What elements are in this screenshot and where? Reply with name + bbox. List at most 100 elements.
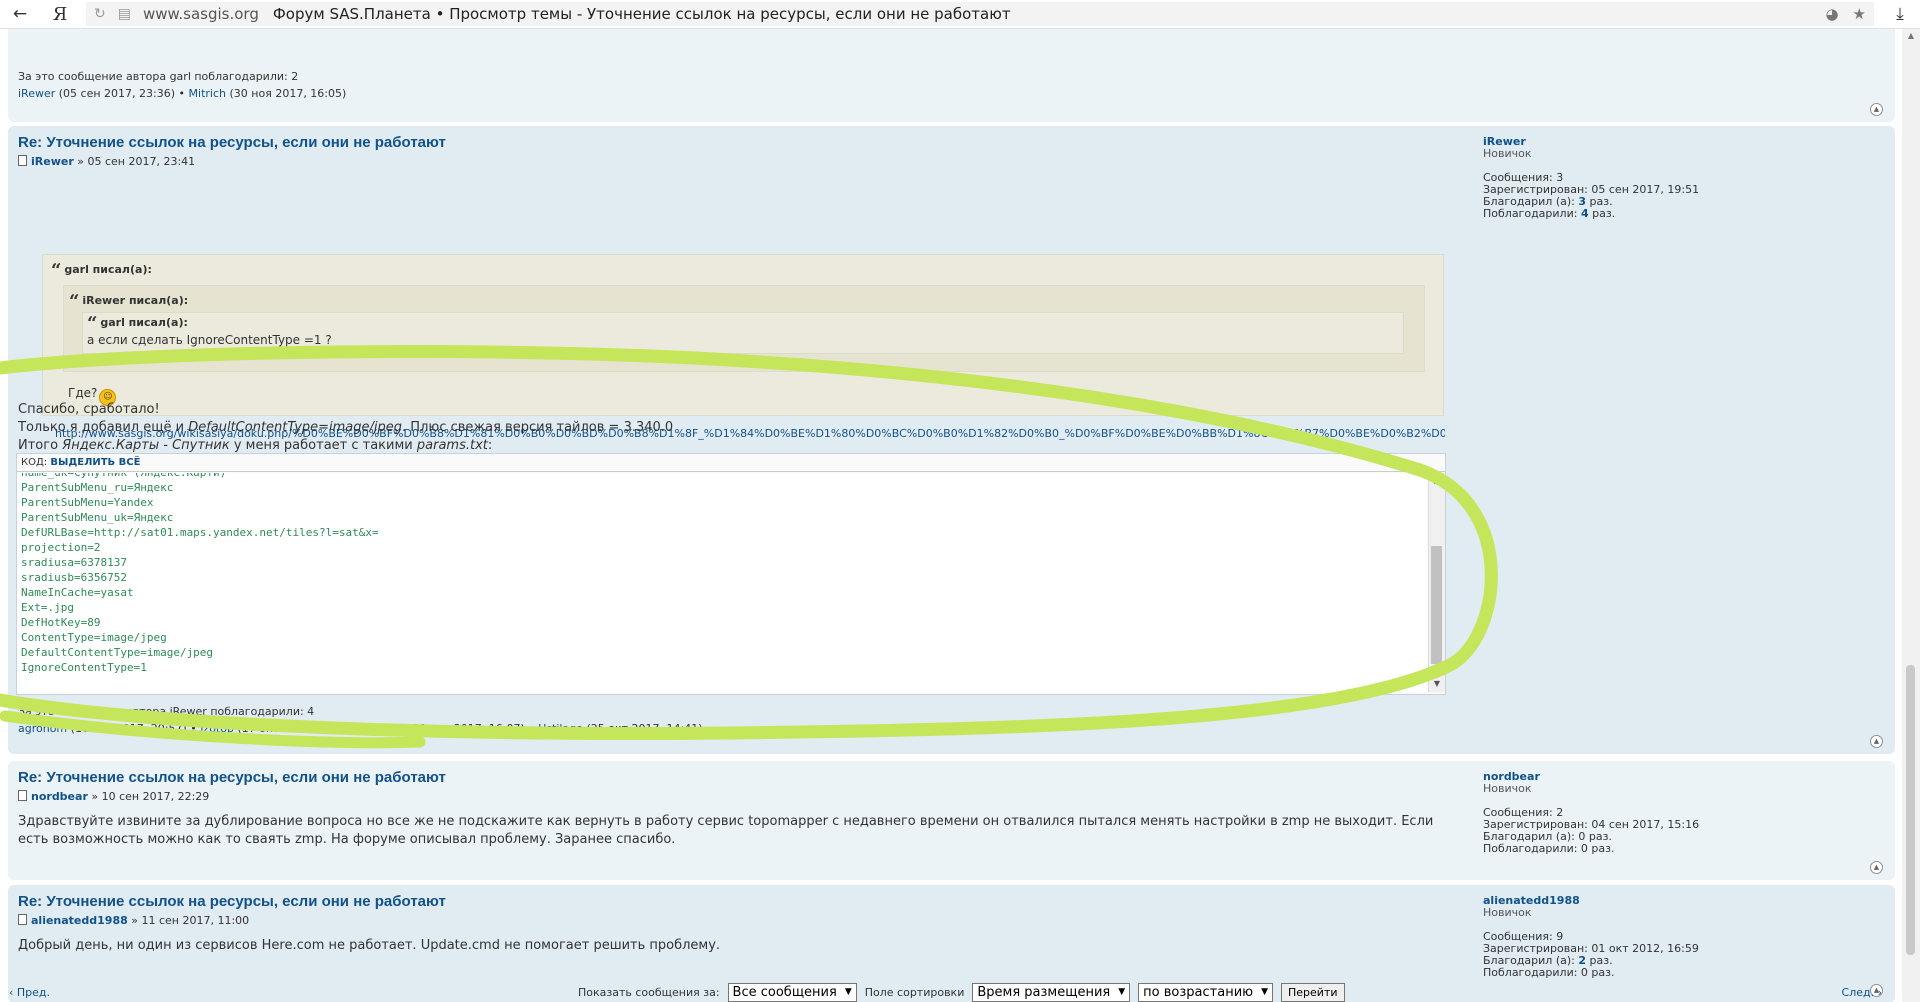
download-icon[interactable]: ⤓ [1880, 0, 1920, 28]
forum-page: За это сообщение автора garl поблагодари… [0, 29, 1902, 1002]
post-date: » 11 сен 2017, 11:00 [131, 914, 250, 927]
post-content: Спасибо, сработало! Только я добавил ещё… [18, 401, 673, 455]
thanks-list: agronom (16 окт 2017, 20:57) • Izotop (1… [18, 722, 703, 735]
page-title: Форум SAS.Планета • Просмотр темы - Уточ… [272, 5, 1011, 23]
yandex-logo-icon[interactable]: Я [40, 0, 80, 28]
code-scrollbar[interactable]: ▲ ▼ [1428, 473, 1445, 692]
code-text: name_uk=Супутник (Яндекс.Карти) ParentSu… [21, 473, 379, 674]
back-to-top-icon[interactable]: ▲ [1870, 103, 1883, 116]
window-scrollbar-thumb[interactable] [1906, 665, 1915, 955]
quote-mark-icon: “ [87, 313, 98, 334]
post-body: Re: Уточнение ссылок на ресурсы, если он… [18, 134, 1443, 178]
quote-cite: garl писал(а): [64, 263, 152, 276]
sort-field-label: Поле сортировки [864, 986, 965, 999]
post-content: Добрый день, ни один из сервисов Here.co… [18, 938, 721, 953]
next-page-link[interactable]: След. › [1842, 986, 1882, 999]
thanks-date: (05 сен 2017, 23:36) [58, 87, 176, 100]
thanks-user-link[interactable]: iRewer [18, 87, 55, 100]
quote-middle: “iRewer писал(а): “garl писал(а): а если… [63, 285, 1425, 406]
post-author-link[interactable]: iRewer [31, 155, 74, 168]
show-posts-select[interactable]: Все сообщения ▼ [727, 983, 857, 1002]
thanks-date: (16 окт 2017, 20:57) [70, 722, 187, 735]
post-icon[interactable] [18, 790, 27, 801]
post-author-line: nordbear » 10 сен 2017, 22:29 [18, 790, 1443, 803]
profile-got-thanked: Поблагодарили: 0 раз. [1483, 966, 1615, 979]
profile-rank: Новичок [1483, 782, 1532, 795]
author-profile: nordbear Новичок Сообщения: 2 Зарегистри… [1483, 771, 1783, 855]
previous-post-tail: За это сообщение автора garl поблагодари… [8, 29, 1895, 122]
scroll-up-arrow-icon[interactable]: ▲ [1902, 31, 1920, 40]
post-thanks: За это сообщение автора iRewer поблагода… [18, 703, 702, 737]
quote-cite: iRewer писал(а): [82, 294, 189, 307]
post-icon[interactable] [18, 914, 27, 925]
post-date: » 10 сен 2017, 22:29 [91, 790, 210, 803]
go-button[interactable]: Перейти [1281, 983, 1345, 1002]
chevron-down-icon: ▼ [1261, 987, 1269, 997]
post-author-line: iRewer » 05 сен 2017, 23:41 [18, 155, 1443, 168]
window-scrollbar[interactable]: ▲ [1902, 29, 1920, 1002]
thanks-date: (30 ноя 2017, 16:05) [229, 87, 347, 100]
sort-field-select[interactable]: Время размещения ▼ [972, 983, 1131, 1002]
topic-action-bar: ‹ Пред. Показать сообщения за: Все сообщ… [0, 983, 1902, 1002]
post-date: » 05 сен 2017, 23:41 [77, 155, 196, 168]
reload-icon[interactable]: ↻ [94, 6, 106, 22]
previous-page-link[interactable]: ‹ Пред. [9, 986, 50, 999]
thanks-date: (17 окт 2017, 21:43) [237, 722, 354, 735]
url-domain: www.sasgis.org [142, 5, 259, 23]
chevron-down-icon: ▼ [1118, 987, 1126, 997]
post-content: Здравствуйте извините за дублирование во… [18, 814, 1434, 847]
post-nordbear: Re: Уточнение ссылок на ресурсы, если он… [8, 761, 1895, 880]
bookmark-star-icon[interactable]: ★ [1853, 5, 1866, 23]
content-line: Только я добавил ещё и DefaultContentTyp… [18, 420, 674, 435]
back-to-top-icon[interactable]: ▲ [1870, 861, 1883, 874]
profile-got-thanked: Поблагодарили: 4 раз. [1483, 207, 1616, 220]
thanks-summary: За это сообщение автора garl поблагодари… [18, 70, 299, 83]
quote-text: Где? [68, 386, 98, 400]
profile-got-thanked: Поблагодарили: 0 раз. [1483, 842, 1615, 855]
code-content[interactable]: name_uk=Супутник (Яндекс.Карти) ParentSu… [17, 473, 1427, 692]
code-header: КОД: ВЫДЕЛИТЬ ВСЁ [17, 454, 1445, 472]
post-title-link[interactable]: Re: Уточнение ссылок на ресурсы, если он… [18, 893, 446, 910]
post-author-link[interactable]: nordbear [31, 790, 88, 803]
thanks-date: (30 ноя 2017, 16:07) [407, 722, 525, 735]
quote-text: а если сделать IgnoreContentType =1 ? [87, 333, 332, 347]
thanks-user-link[interactable]: Ustilago [538, 722, 583, 735]
browser-toolbar: ← Я ↻ ▤ www.sasgis.org Форум SAS.Планета… [0, 0, 1920, 29]
sort-order-select[interactable]: по возрастанию ▼ [1138, 983, 1274, 1002]
scroll-down-arrow-icon[interactable]: ▼ [1429, 676, 1445, 692]
quote-mark-icon: “ [51, 260, 62, 281]
code-label: КОД: [21, 457, 48, 468]
quote-inner: “garl писал(а): а если сделать IgnoreCon… [82, 312, 1404, 354]
chevron-down-icon: ▼ [844, 987, 852, 997]
thanks-user-link[interactable]: Mitrich [367, 722, 404, 735]
post-irewer: Re: Уточнение ссылок на ресурсы, если он… [8, 126, 1895, 754]
show-posts-label: Показать сообщения за: [578, 986, 720, 999]
back-to-top-icon[interactable]: ▲ [1870, 735, 1883, 748]
page-info-icon[interactable]: ▤ [118, 6, 131, 22]
post-icon[interactable] [18, 155, 27, 166]
protect-icon[interactable]: ◕ [1825, 5, 1838, 23]
post-author-link[interactable]: alienatedd1988 [31, 914, 128, 927]
content-line: Спасибо, сработало! [18, 402, 160, 417]
thanks-date: (25 окт 2017, 14:41) [586, 722, 703, 735]
profile-rank: Новичок [1483, 906, 1532, 919]
code-scrollbar-thumb[interactable] [1431, 546, 1442, 664]
post-title-link[interactable]: Re: Уточнение ссылок на ресурсы, если он… [18, 769, 446, 786]
select-all-link[interactable]: ВЫДЕЛИТЬ ВСЁ [50, 457, 140, 468]
address-bar[interactable]: ↻ ▤ www.sasgis.org Форум SAS.Планета • П… [86, 2, 1874, 26]
post-author-line: alienatedd1988 » 11 сен 2017, 11:00 [18, 914, 1443, 927]
author-profile: alienatedd1988 Новичок Сообщения: 9 Заре… [1483, 895, 1783, 979]
thanks-user-link[interactable]: Mitrich [189, 87, 226, 100]
quote-mark-icon: “ [69, 291, 80, 312]
quote-outer: “garl писал(а): “iRewer писал(а): “garl … [42, 254, 1444, 416]
thanks-user-link[interactable]: agronom [18, 722, 67, 735]
code-box: КОД: ВЫДЕЛИТЬ ВСЁ name_uk=Супутник (Янде… [16, 453, 1446, 695]
thanks-summary: За это сообщение автора iRewer поблагода… [18, 705, 315, 718]
post-body: Re: Уточнение ссылок на ресурсы, если он… [18, 893, 1443, 955]
profile-rank: Новичок [1483, 147, 1532, 160]
scroll-up-arrow-icon[interactable]: ▲ [1429, 473, 1445, 489]
author-profile: iRewer Новичок Сообщения: 3 Зарегистриро… [1483, 136, 1783, 220]
thanks-user-link[interactable]: Izotop [200, 722, 234, 735]
back-arrow-icon[interactable]: ← [0, 0, 40, 28]
post-title-link[interactable]: Re: Уточнение ссылок на ресурсы, если он… [18, 134, 446, 151]
